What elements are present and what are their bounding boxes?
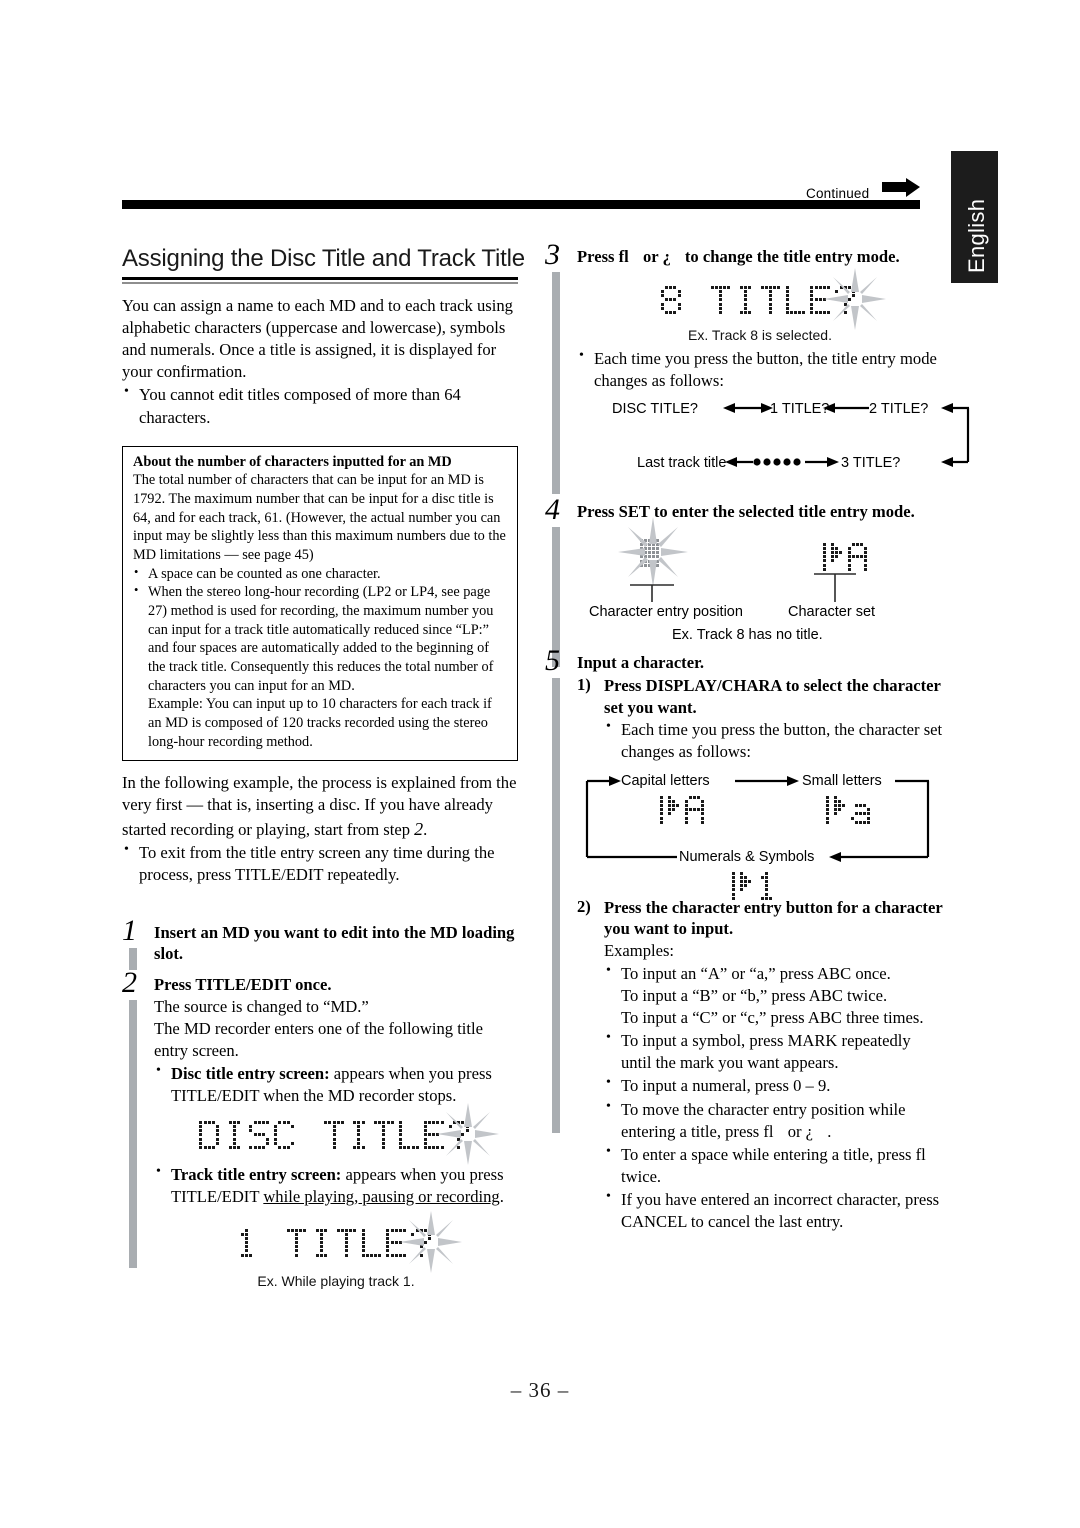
- example-4-text-3: .: [827, 1121, 832, 1141]
- intro-paragraph: You can assign a name to each MD and to …: [122, 295, 513, 382]
- track-title-screen-label: Track title entry screen:: [171, 1164, 342, 1184]
- skip-forward-key-icon: ¿: [662, 247, 671, 266]
- skip-back-key-icon: fl: [763, 1121, 774, 1141]
- info-box-heading: About the number of characters inputted …: [133, 453, 452, 470]
- left-column: Assigning the Disc Title and Track Title…: [122, 245, 525, 1290]
- step-2-number: 2: [122, 966, 137, 1000]
- example-5-text-2: twice.: [621, 1166, 662, 1186]
- disc-title-screen-label: Disc title entry screen:: [171, 1064, 330, 1084]
- lcd-display-track-title: [154, 1210, 518, 1273]
- step-4-number: 4: [545, 492, 560, 526]
- info-box: About the number of characters inputted …: [122, 445, 518, 762]
- after-box-text-2: .: [423, 819, 428, 839]
- example-1-line-2: To input a “B” or “b,” press ABC twice.: [621, 985, 888, 1005]
- step-5-sub-1: 1) Press DISPLAY/CHARA to select the cha…: [577, 675, 943, 763]
- info-box-bullet-1: A space can be counted as one character.: [133, 564, 508, 584]
- step-3-bar: [552, 272, 560, 494]
- info-box-bullet-2: When the stereo long-hour recording (LP2…: [133, 582, 508, 695]
- manual-page: Continued English Assigning the Disc Tit…: [0, 0, 1080, 1528]
- step-3-number: 3: [545, 238, 560, 271]
- step-5-bar: [552, 678, 560, 1134]
- step-3: 3 Press fl or ¿ to change the title entr…: [545, 240, 970, 494]
- lcd-dotmatrix-text: [199, 1120, 473, 1150]
- step-1-number: 1: [122, 913, 137, 947]
- step-2-bullet-2: Track title entry screen: appears when y…: [154, 1163, 518, 1208]
- example-bullet-2: To input a symbol, press MARK repeatedly…: [604, 1029, 943, 1074]
- page-title: Assigning the Disc Title and Track Title: [122, 245, 525, 272]
- example-bullet-4: To move the character entry position whi…: [604, 1097, 943, 1143]
- title-underline: [122, 276, 518, 284]
- step-3-caption: Ex. Track 8 is selected.: [688, 326, 832, 343]
- step-5-sub-2: 2) Press the character entry button for …: [577, 897, 943, 1233]
- language-tab-label: English: [964, 198, 989, 273]
- character-entry-position-label: Character entry position: [589, 604, 743, 621]
- step-1: 1 Insert an MD you want to edit into the…: [122, 915, 518, 970]
- example-bullet-5: To enter a space while entering a title,…: [604, 1143, 943, 1188]
- skip-back-key-icon: fl: [915, 1144, 926, 1164]
- example-1-line-3: To input a “C” or “c,” press ABC three t…: [621, 1007, 924, 1027]
- example-4-text-2: or: [787, 1121, 806, 1141]
- example-bullet-3: To input a numeral, press 0 – 9.: [604, 1074, 943, 1097]
- example-1-line-1: To input an “A” or “a,” press ABC once.: [621, 963, 891, 983]
- step-5-sub-2-number: 2): [577, 897, 591, 917]
- step-2-caption: Ex. While playing track 1.: [257, 1273, 415, 1290]
- title-entry-mode-flow: DISC TITLE? 1 TITLE? 2 TITLE? Last track…: [577, 399, 970, 483]
- step-2-line-2: The MD recorder enters one of the follow…: [154, 1018, 483, 1060]
- skip-forward-key-icon: ¿: [805, 1121, 814, 1141]
- step-4-graphic: Character entry position Character set E…: [577, 517, 943, 646]
- step-3-text-1: Press: [577, 247, 619, 266]
- track-title-screen-underlined: while playing, pausing or recording: [263, 1186, 500, 1206]
- step-ref: 2: [414, 818, 424, 839]
- right-column: 3 Press fl or ¿ to change the title entr…: [545, 240, 970, 1233]
- track-title-screen-end: .: [499, 1186, 504, 1206]
- example-bullet-6: If you have entered an incorrect charact…: [604, 1188, 943, 1233]
- step-5-sub-2-heading: Press the character entry button for a c…: [604, 898, 943, 939]
- info-box-paragraph: The total number of characters that can …: [133, 472, 506, 563]
- example-5-text-1: To enter a space while entering a title,…: [621, 1144, 916, 1164]
- step-3-bullet: Each time you press the button, the titl…: [577, 347, 943, 392]
- page-number: – 36 –: [510, 1378, 570, 1402]
- step-2-heading: Press TITLE/EDIT once.: [154, 975, 332, 995]
- intro-bullet: You cannot edit titles composed of more …: [122, 383, 518, 428]
- step-2-line-1: The source is changed to “MD.”: [154, 996, 369, 1016]
- after-box-bullet: To exit from the title entry screen any …: [122, 841, 518, 886]
- step-5-sub-1-bullet: Each time you press the button, the char…: [604, 718, 943, 763]
- lcd-dotmatrix-text: [236, 1228, 436, 1257]
- step-2-bullet-1: Disc title entry screen: appears when yo…: [154, 1062, 518, 1107]
- step-1-heading: Insert an MD you want to edit into the M…: [154, 922, 515, 964]
- lcd-display-track-8: [577, 268, 943, 331]
- step-4-caption: Ex. Track 8 has no title.: [672, 627, 823, 644]
- step-5-number: 5: [545, 644, 560, 678]
- info-box-bullet-2-example: Example: You can input up to 10 characte…: [148, 696, 492, 750]
- after-box-paragraph: In the following example, the process is…: [122, 772, 518, 840]
- step-3-text-3: to change the title entry mode.: [684, 247, 900, 266]
- continued-label: Continued: [806, 186, 870, 201]
- step-5-sub-1-heading: Press DISPLAY/CHARA to select the charac…: [604, 676, 941, 717]
- header-rule: [122, 200, 920, 209]
- character-set-cycle-diagram: Capital letters Small letters Numerals &…: [577, 773, 943, 900]
- skip-back-key-icon: fl: [618, 247, 629, 266]
- step-4: 4 Press SET to enter the selected title …: [545, 494, 943, 667]
- step-3-text-2: or: [642, 247, 663, 266]
- character-set-label: Character set: [788, 604, 876, 621]
- step-5-heading: Input a character.: [577, 653, 705, 673]
- step-3-heading: Press fl or ¿ to change the title entry …: [577, 246, 943, 267]
- step-2: 2 Press TITLE/EDIT once. The source is c…: [122, 968, 518, 1290]
- examples-label: Examples:: [604, 940, 675, 960]
- lcd-display-disc-title: [154, 1103, 518, 1166]
- language-tab: English: [951, 151, 998, 283]
- lcd-dotmatrix-text: [660, 285, 860, 314]
- right-arrow-icon: [882, 178, 920, 200]
- step-5: 5 Input a character. 1) Press DISPLAY/CH…: [545, 646, 943, 1233]
- step-4-heading: Press SET to enter the selected title en…: [577, 501, 915, 521]
- step-5-sub-1-number: 1): [577, 675, 591, 695]
- example-bullet-1: To input an “A” or “a,” press ABC once. …: [604, 962, 943, 1029]
- step-2-bar: [129, 1000, 137, 1269]
- after-box-text-1: In the following example, the process is…: [122, 773, 517, 839]
